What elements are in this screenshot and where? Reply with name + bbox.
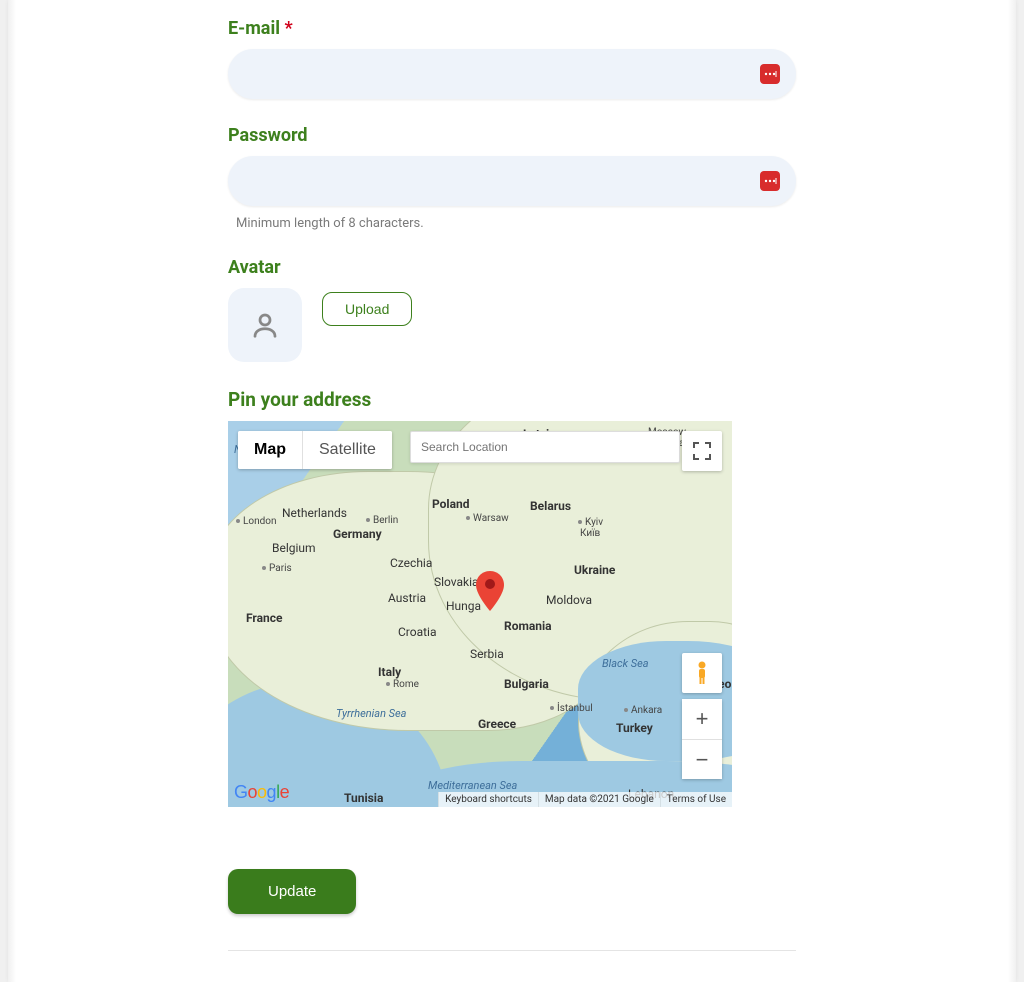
map-search xyxy=(410,431,680,463)
password-manager-icon[interactable] xyxy=(760,171,780,191)
map-label: Berlin xyxy=(366,515,398,526)
person-icon xyxy=(250,309,280,341)
map-label: Rome xyxy=(386,679,419,690)
map-label: Mediterranean Sea xyxy=(428,779,517,792)
pegman-button[interactable] xyxy=(682,653,722,693)
update-button[interactable]: Update xyxy=(228,869,356,914)
map-label: Austria xyxy=(388,591,426,605)
map-label: Ukraine xyxy=(574,563,615,577)
map-label: Moldova xyxy=(546,593,592,607)
keyboard-shortcuts-link[interactable]: Keyboard shortcuts xyxy=(438,792,538,807)
map-label: Greece xyxy=(478,717,516,731)
zoom-controls: + − xyxy=(682,699,722,779)
map-label: Black Sea xyxy=(602,657,649,670)
map-footer: Keyboard shortcuts Map data ©2021 Google… xyxy=(438,792,732,807)
map-label: Tunisia xyxy=(344,791,383,805)
map-label: İstanbul xyxy=(550,703,593,714)
map-label: Turkey xyxy=(616,721,653,735)
map-search-input[interactable] xyxy=(410,431,680,463)
zoom-in-button[interactable]: + xyxy=(682,699,722,739)
map-label: London xyxy=(236,516,276,527)
map-label: Belgium xyxy=(272,541,316,555)
map-label: Tyrrhenian Sea xyxy=(336,707,406,720)
map-data-text: Map data ©2021 Google xyxy=(538,792,660,807)
email-label: E-mail * xyxy=(228,18,796,39)
map-label: Belarus xyxy=(530,499,571,513)
terms-link[interactable]: Terms of Use xyxy=(660,792,732,807)
address-label: Pin your address xyxy=(228,388,796,411)
zoom-out-button[interactable]: − xyxy=(682,739,722,779)
map-label: Bulgaria xyxy=(504,677,549,691)
required-mark: * xyxy=(284,18,292,39)
map-label: Kyiv xyxy=(578,517,603,528)
map[interactable]: Latvia Moscow Москва North Sea Netherlan… xyxy=(228,421,732,807)
pegman-icon xyxy=(694,661,710,685)
fullscreen-icon xyxy=(693,442,711,460)
map-label: Netherlands xyxy=(282,506,347,520)
map-label: France xyxy=(246,611,283,625)
divider xyxy=(228,950,796,951)
fullscreen-button[interactable] xyxy=(682,431,722,471)
map-label: Ankara xyxy=(624,705,662,716)
map-label: Croatia xyxy=(398,625,437,639)
avatar-label: Avatar xyxy=(228,257,796,278)
map-label: Poland xyxy=(432,497,470,511)
map-tab-satellite[interactable]: Satellite xyxy=(302,431,392,469)
google-logo: Google xyxy=(234,782,289,803)
avatar-placeholder xyxy=(228,288,302,362)
map-pin-icon[interactable] xyxy=(476,571,504,615)
map-label: Warsaw xyxy=(466,513,509,524)
map-label: Київ xyxy=(580,528,600,539)
map-label: Slovakia xyxy=(434,575,479,589)
password-input[interactable] xyxy=(228,156,796,206)
email-input[interactable] xyxy=(228,49,796,99)
map-type-tabs: Map Satellite xyxy=(238,431,392,469)
map-label: Italy xyxy=(378,665,401,679)
map-tab-map[interactable]: Map xyxy=(238,431,302,469)
password-manager-icon[interactable] xyxy=(760,64,780,84)
map-label: Germany xyxy=(333,527,382,541)
map-label: Romania xyxy=(504,619,552,633)
map-label: Serbia xyxy=(470,647,504,661)
password-hint: Minimum length of 8 characters. xyxy=(236,216,796,231)
upload-button[interactable]: Upload xyxy=(322,292,412,326)
map-label: Paris xyxy=(262,563,292,574)
password-label: Password xyxy=(228,125,796,146)
map-label: Czechia xyxy=(390,556,432,570)
